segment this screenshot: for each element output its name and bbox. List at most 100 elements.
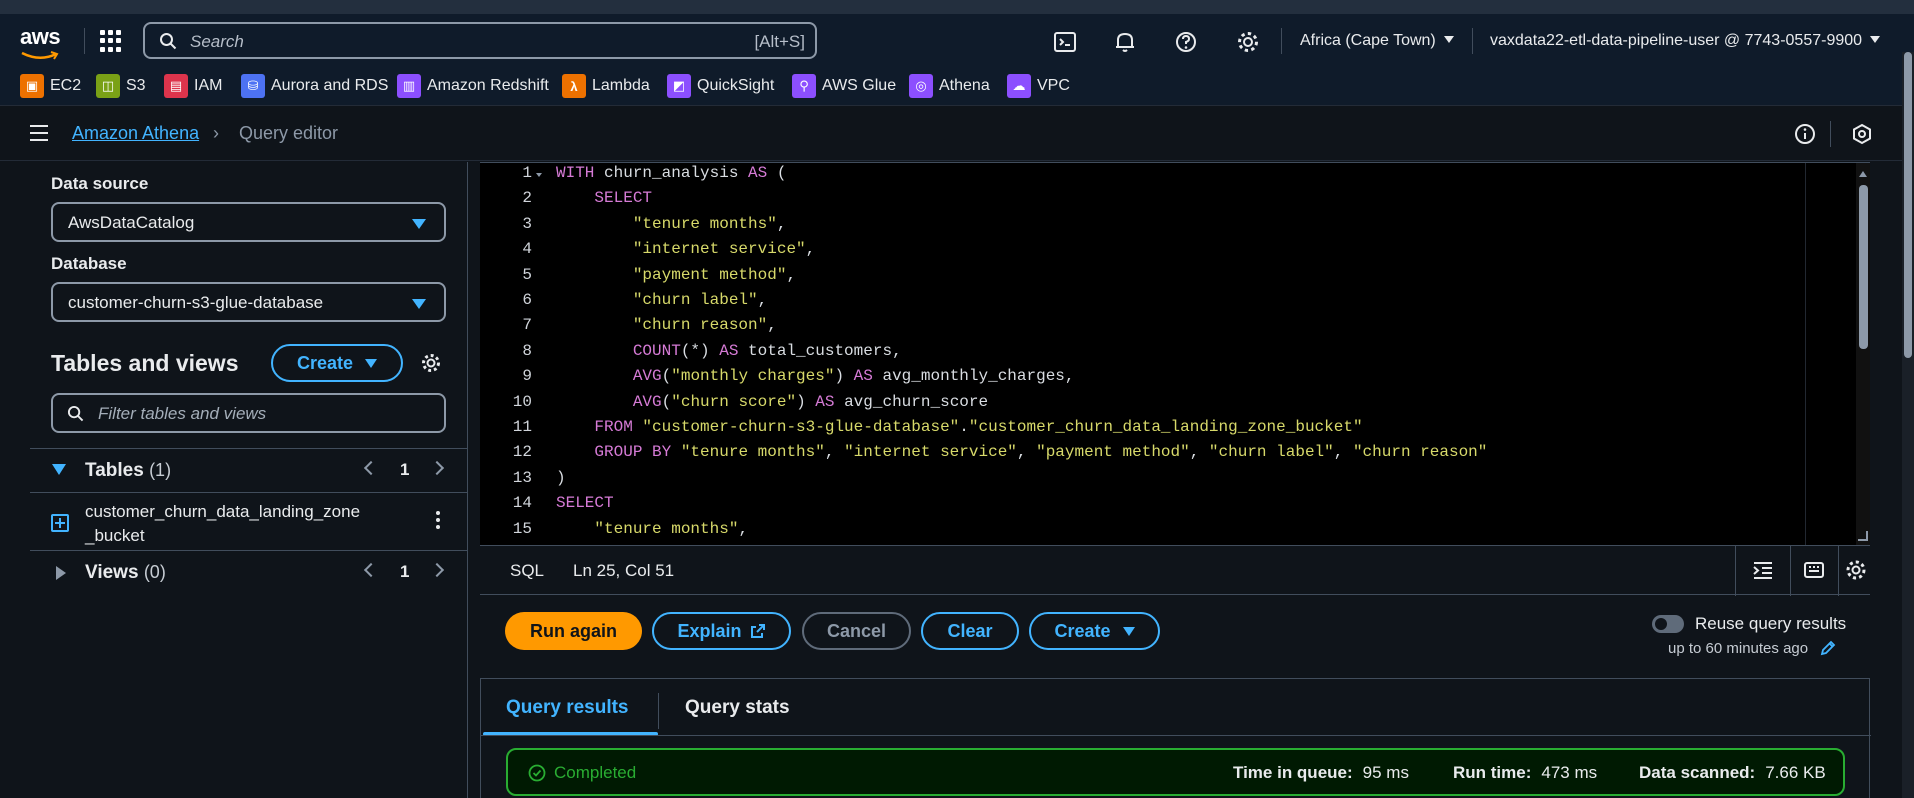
query-status: Completed xyxy=(554,763,637,782)
fold-arrow-icon[interactable] xyxy=(536,173,542,177)
code-line: SELECT xyxy=(556,186,652,211)
settings-gear-icon[interactable] xyxy=(420,352,442,374)
favorite-lambda[interactable]: λ Lambda xyxy=(562,74,650,98)
clear-button[interactable]: Clear xyxy=(921,612,1019,650)
breadcrumb-amazon-athena[interactable]: Amazon Athena xyxy=(72,123,199,144)
favorite-iam[interactable]: ▤ IAM xyxy=(164,74,222,98)
code-token: (*) xyxy=(680,341,720,360)
tab-query-stats[interactable]: Query stats xyxy=(685,697,790,719)
chevron-left-icon[interactable] xyxy=(363,562,379,578)
edit-pencil-icon[interactable] xyxy=(1820,640,1836,656)
favorite-label: Aurora and RDS xyxy=(271,77,389,94)
favorite-aws-glue[interactable]: ⚲ AWS Glue xyxy=(792,74,896,98)
page-scrollbar[interactable] xyxy=(1902,52,1914,798)
sql-code-editor[interactable]: 12345678910111213141516 WITH churn_analy… xyxy=(480,161,1870,563)
tables-and-views-title: Tables and views xyxy=(51,350,239,376)
line-number: 10 xyxy=(512,392,532,411)
metric-label: Time in queue: xyxy=(1233,763,1353,782)
favorite-quicksight[interactable]: ◩ QuickSight xyxy=(667,74,774,98)
line-number: 13 xyxy=(512,468,532,487)
success-check-icon xyxy=(528,764,546,782)
code-token: GROUP BY xyxy=(594,443,672,462)
favorite-aurora-rds[interactable]: ⛁ Aurora and RDS xyxy=(241,74,388,98)
code-token: churn_analysis xyxy=(594,164,749,182)
side-nav-menu-icon[interactable] xyxy=(30,125,48,141)
create-table-button[interactable]: Create xyxy=(271,344,403,382)
filter-tables-input[interactable]: Filter tables and views xyxy=(51,393,446,433)
scroll-up-icon[interactable] xyxy=(1859,171,1867,177)
region-selector[interactable]: Africa (Cape Town) xyxy=(1300,32,1454,50)
search-icon xyxy=(67,405,84,422)
line-number: 11 xyxy=(512,418,532,436)
explain-button[interactable]: Explain xyxy=(652,612,791,650)
favorite-label: S3 xyxy=(126,77,146,94)
global-search-input[interactable]: Search [Alt+S] xyxy=(143,22,817,59)
account-menu[interactable]: vaxdata22-etl-data-pipeline-user @ 7743-… xyxy=(1490,32,1881,50)
line-number: 4 xyxy=(522,240,532,259)
services-grid-icon[interactable] xyxy=(100,30,122,52)
reuse-results-toggle[interactable] xyxy=(1652,615,1684,633)
code-line: WITH churn_analysis AS ( xyxy=(556,161,786,186)
redshift-icon: ▥ xyxy=(397,74,421,98)
favorite-s3[interactable]: ◫ S3 xyxy=(96,74,146,98)
help-icon[interactable] xyxy=(1173,29,1199,55)
favorite-label: Amazon Redshift xyxy=(427,77,549,94)
scrollbar-thumb[interactable] xyxy=(1859,185,1868,349)
info-icon[interactable] xyxy=(1794,123,1816,145)
keyboard-shortcuts-icon[interactable] xyxy=(1802,558,1826,582)
expand-plus-icon[interactable] xyxy=(51,514,69,532)
favorite-label: Athena xyxy=(939,77,990,94)
cancel-button[interactable]: Cancel xyxy=(802,612,911,650)
tab-query-results[interactable]: Query results xyxy=(506,697,629,719)
format-query-icon[interactable] xyxy=(1751,558,1775,582)
divider xyxy=(658,693,659,729)
create-query-button[interactable]: Create xyxy=(1029,612,1160,650)
favorite-vpc[interactable]: ☁ VPC xyxy=(1007,74,1070,98)
code-token: ( xyxy=(767,164,787,182)
settings-gear-icon[interactable] xyxy=(1235,29,1261,55)
code-line: "payment method", xyxy=(556,263,796,288)
favorite-redshift[interactable]: ▥ Amazon Redshift xyxy=(397,74,549,98)
table-item[interactable]: customer_churn_data_landing_zone_bucket xyxy=(30,493,468,551)
data-scanned: Data scanned: 7.66 KB xyxy=(1639,763,1826,783)
favorite-ec2[interactable]: ▣ EC2 xyxy=(20,74,81,98)
tools-panel-icon[interactable] xyxy=(1851,123,1873,145)
chevron-left-icon[interactable] xyxy=(363,460,379,476)
editor-settings-gear-icon[interactable] xyxy=(1844,558,1868,582)
tables-section-header[interactable]: Tables (1) 1 xyxy=(30,449,468,493)
aws-logo[interactable]: aws xyxy=(20,26,64,60)
code-token: "payment method" xyxy=(1036,443,1190,462)
database-select[interactable]: customer-churn-s3-glue-database xyxy=(51,282,446,322)
code-token: AS xyxy=(853,367,873,386)
database-label: Database xyxy=(51,254,127,273)
favorite-label: QuickSight xyxy=(697,77,775,94)
notifications-bell-icon[interactable] xyxy=(1112,29,1138,55)
toggle-knob xyxy=(1655,618,1667,630)
chevron-right-icon[interactable] xyxy=(429,562,445,578)
cloudshell-icon[interactable] xyxy=(1052,29,1078,55)
editor-scrollbar[interactable] xyxy=(1856,163,1870,546)
more-actions-icon[interactable] xyxy=(436,511,440,531)
expand-caret-icon xyxy=(52,464,66,475)
code-token: , xyxy=(1333,443,1353,462)
run-again-button[interactable]: Run again xyxy=(505,612,642,650)
code-token: SELECT xyxy=(556,494,614,513)
line-number: 8 xyxy=(522,341,532,360)
resize-handle-icon[interactable] xyxy=(1858,531,1868,541)
chevron-right-icon[interactable] xyxy=(429,460,445,476)
code-token: COUNT xyxy=(632,341,681,360)
scrollbar-thumb[interactable] xyxy=(1904,52,1912,358)
data-source-select[interactable]: AwsDataCatalog xyxy=(51,202,446,242)
tables-label: Tables xyxy=(85,460,144,481)
code-line: "churn label", xyxy=(556,288,767,313)
tables-section-label: Tables (1) xyxy=(85,460,171,482)
favorite-athena[interactable]: ◎ Athena xyxy=(909,74,990,98)
views-section-header[interactable]: Views (0) 1 xyxy=(30,551,468,595)
metric-label: Data scanned: xyxy=(1639,763,1756,782)
views-page-number: 1 xyxy=(400,562,410,581)
